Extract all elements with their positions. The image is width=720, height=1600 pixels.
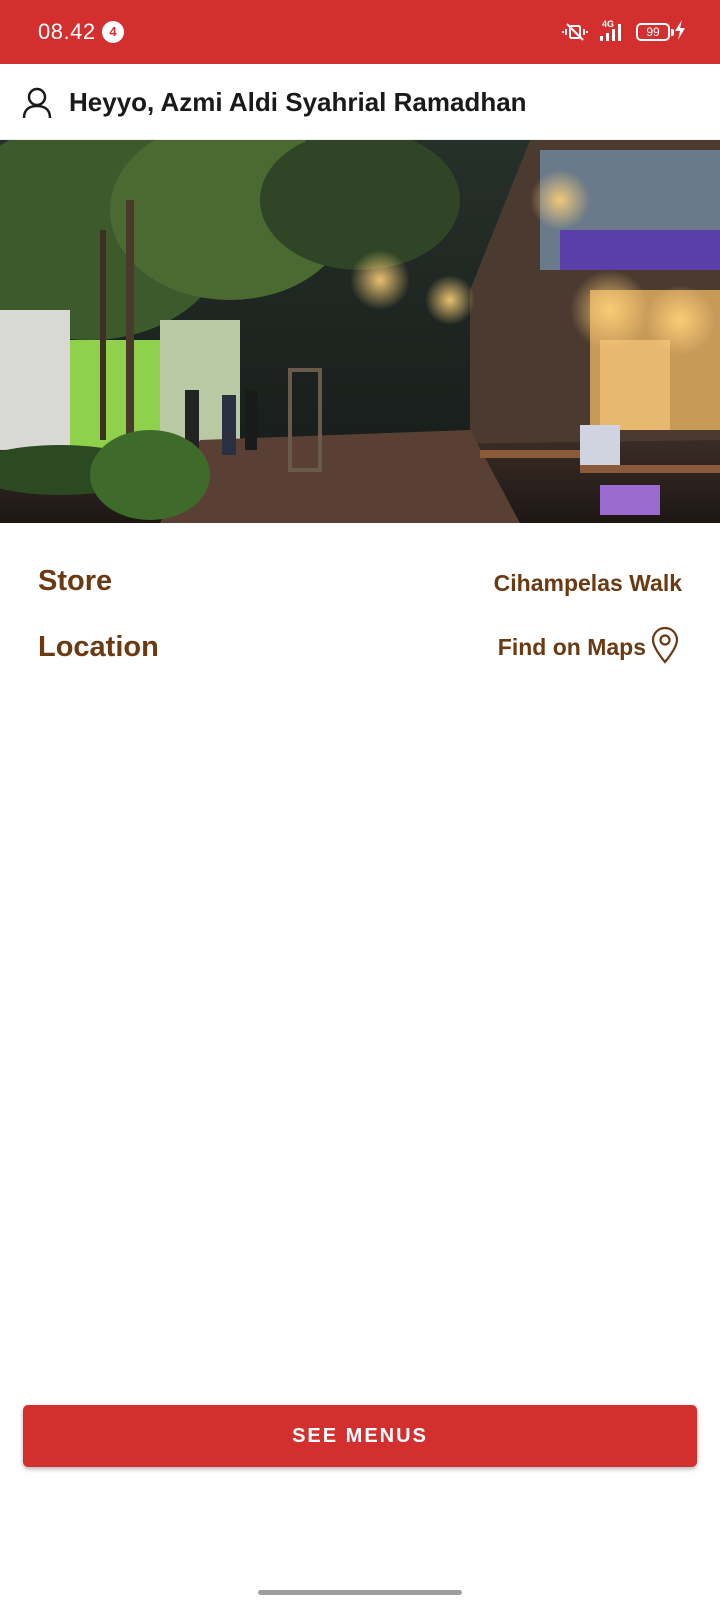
signal-icon: 4G: [598, 19, 626, 43]
store-label: Store: [38, 565, 113, 597]
notification-count-badge: 4: [102, 21, 124, 43]
vibrate-mute-icon: [562, 22, 588, 42]
store-value: Cihampelas Walk: [493, 570, 682, 596]
greeting-text: Heyyo, Azmi Aldi Syahrial Ramadhan: [69, 87, 527, 117]
network-type: 4G: [602, 19, 615, 29]
screen: 08.42 4 4G 99 Heyyo, Azmi Aldi Syahrial …: [0, 0, 720, 1600]
battery-level: 99: [646, 25, 660, 39]
see-menus-button[interactable]: SEE MENUS: [23, 1405, 697, 1467]
map-pin-icon: [650, 626, 680, 669]
greeting-header: Heyyo, Azmi Aldi Syahrial Ramadhan: [0, 64, 720, 140]
status-icons: 4G 99: [562, 18, 674, 46]
gesture-nav-handle[interactable]: [258, 1590, 462, 1595]
charging-icon: [674, 20, 686, 45]
status-time: 08.42: [38, 19, 96, 44]
status-bar: 08.42 4 4G 99: [0, 0, 720, 64]
find-on-maps-text: Find on Maps: [497, 634, 646, 660]
find-on-maps-link[interactable]: Find on Maps: [498, 626, 680, 669]
store-photo: [0, 140, 720, 523]
location-label: Location: [38, 631, 159, 663]
user-icon[interactable]: [22, 87, 52, 119]
battery-icon: 99: [636, 23, 674, 41]
